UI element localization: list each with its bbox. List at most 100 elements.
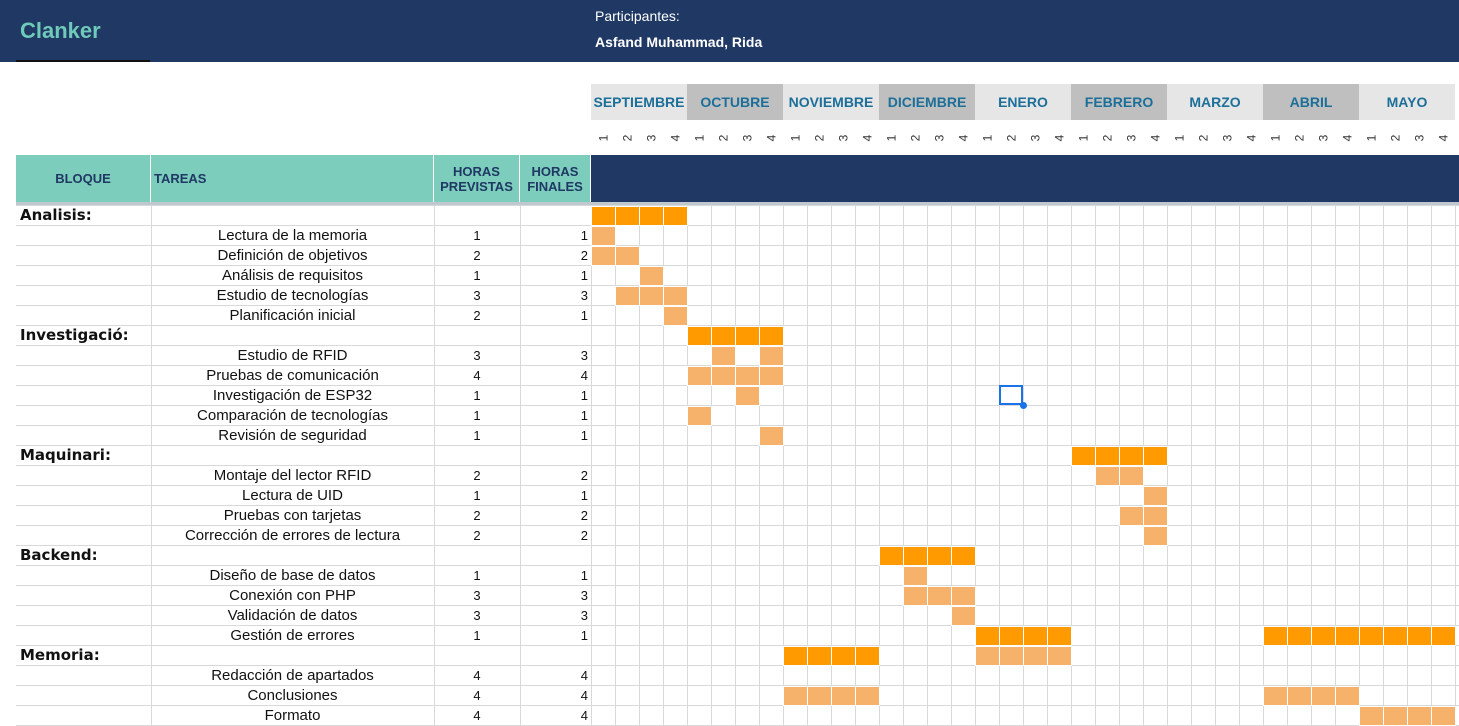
gantt-block-cell[interactable] — [663, 206, 688, 226]
gantt-task-cell[interactable] — [711, 366, 736, 386]
gantt-block-cell[interactable] — [1071, 446, 1096, 466]
hours-final[interactable]: 4 — [520, 665, 588, 685]
hours-planned[interactable]: 3 — [434, 585, 520, 605]
task-name[interactable]: Estudio de tecnologías — [151, 285, 434, 305]
hours-planned[interactable]: 3 — [434, 605, 520, 625]
col-header-bloque[interactable]: BLOQUE — [16, 155, 151, 202]
hours-final[interactable]: 1 — [520, 305, 588, 325]
gantt-block-cell[interactable] — [831, 646, 856, 666]
hours-planned[interactable]: 1 — [434, 565, 520, 585]
gantt-block-cell[interactable] — [1119, 446, 1144, 466]
gantt-task-cell[interactable] — [759, 366, 784, 386]
gantt-task-cell[interactable] — [663, 286, 688, 306]
gantt-task-cell[interactable] — [1095, 466, 1120, 486]
task-name[interactable]: Diseño de base de datos — [151, 565, 434, 585]
gantt-block-cell[interactable] — [999, 626, 1024, 646]
gantt-block-cell[interactable] — [735, 326, 760, 346]
gantt-block-cell[interactable] — [855, 646, 880, 666]
hours-final[interactable]: 1 — [520, 425, 588, 445]
gantt-block-cell[interactable] — [1143, 446, 1168, 466]
gantt-task-cell[interactable] — [759, 426, 784, 446]
gantt-task-cell[interactable] — [1263, 686, 1288, 706]
hours-planned[interactable]: 4 — [434, 365, 520, 385]
task-name[interactable]: Conclusiones — [151, 685, 434, 705]
gantt-task-cell[interactable] — [1143, 526, 1168, 546]
gantt-task-cell[interactable] — [1023, 646, 1048, 666]
gantt-task-cell[interactable] — [687, 406, 712, 426]
gantt-task-cell[interactable] — [735, 386, 760, 406]
hours-planned[interactable]: 3 — [434, 285, 520, 305]
task-name[interactable]: Comparación de tecnologías — [151, 405, 434, 425]
gantt-block-cell[interactable] — [1023, 626, 1048, 646]
gantt-block-cell[interactable] — [639, 206, 664, 226]
gantt-task-cell[interactable] — [1407, 706, 1432, 726]
gantt-task-cell[interactable] — [951, 606, 976, 626]
hours-planned[interactable]: 2 — [434, 505, 520, 525]
task-name[interactable]: Gestión de errores — [151, 625, 434, 645]
hours-final[interactable]: 1 — [520, 265, 588, 285]
task-name[interactable]: Pruebas de comunicación — [151, 365, 434, 385]
hours-planned[interactable]: 1 — [434, 405, 520, 425]
gantt-task-cell[interactable] — [1143, 486, 1168, 506]
hours-final[interactable]: 3 — [520, 605, 588, 625]
hours-planned[interactable]: 1 — [434, 265, 520, 285]
selected-cell[interactable] — [999, 385, 1023, 405]
gantt-task-cell[interactable] — [1359, 706, 1384, 726]
hours-planned[interactable]: 4 — [434, 665, 520, 685]
gantt-task-cell[interactable] — [639, 286, 664, 306]
gantt-block-cell[interactable] — [1335, 626, 1360, 646]
gantt-task-cell[interactable] — [927, 586, 952, 606]
gantt-block-cell[interactable] — [759, 326, 784, 346]
gantt-task-cell[interactable] — [999, 646, 1024, 666]
task-name[interactable]: Estudio de RFID — [151, 345, 434, 365]
gantt-task-cell[interactable] — [735, 366, 760, 386]
gantt-block-cell[interactable] — [1431, 626, 1456, 646]
col-header-horas-finales[interactable]: HORAS FINALES — [520, 155, 591, 202]
gantt-task-cell[interactable] — [639, 266, 664, 286]
hours-planned[interactable]: 3 — [434, 345, 520, 365]
hours-final[interactable]: 4 — [520, 685, 588, 705]
gantt-block-cell[interactable] — [1047, 626, 1072, 646]
block-title[interactable]: Maquinari: — [20, 445, 150, 465]
gantt-task-cell[interactable] — [1047, 646, 1072, 666]
gantt-block-cell[interactable] — [591, 206, 616, 226]
hours-planned[interactable]: 2 — [434, 305, 520, 325]
task-name[interactable]: Montaje del lector RFID — [151, 465, 434, 485]
hours-planned[interactable]: 2 — [434, 245, 520, 265]
gantt-task-cell[interactable] — [831, 686, 856, 706]
gantt-task-cell[interactable] — [711, 346, 736, 366]
task-name[interactable]: Revisión de seguridad — [151, 425, 434, 445]
hours-final[interactable]: 3 — [520, 585, 588, 605]
hours-final[interactable]: 1 — [520, 385, 588, 405]
task-name[interactable]: Corrección de errores de lectura — [151, 525, 434, 545]
gantt-block-cell[interactable] — [1287, 626, 1312, 646]
hours-final[interactable]: 2 — [520, 505, 588, 525]
block-title[interactable]: Backend: — [20, 545, 150, 565]
gantt-task-cell[interactable] — [591, 226, 616, 246]
hours-final[interactable]: 2 — [520, 245, 588, 265]
gantt-task-cell[interactable] — [1383, 706, 1408, 726]
hours-planned[interactable]: 2 — [434, 525, 520, 545]
gantt-task-cell[interactable] — [1143, 506, 1168, 526]
hours-planned[interactable]: 1 — [434, 225, 520, 245]
gantt-block-cell[interactable] — [1311, 626, 1336, 646]
gantt-task-cell[interactable] — [855, 686, 880, 706]
col-header-horas-previstas[interactable]: HORAS PREVISTAS — [434, 155, 520, 202]
hours-final[interactable]: 1 — [520, 625, 588, 645]
task-name[interactable]: Planificación inicial — [151, 305, 434, 325]
gantt-task-cell[interactable] — [1335, 686, 1360, 706]
gantt-task-cell[interactable] — [975, 646, 1000, 666]
task-name[interactable]: Definición de objetivos — [151, 245, 434, 265]
gantt-block-cell[interactable] — [927, 546, 952, 566]
gantt-task-cell[interactable] — [1119, 506, 1144, 526]
task-name[interactable]: Investigación de ESP32 — [151, 385, 434, 405]
gantt-task-cell[interactable] — [1311, 686, 1336, 706]
hours-final[interactable]: 4 — [520, 365, 588, 385]
gantt-task-cell[interactable] — [615, 286, 640, 306]
gantt-block-cell[interactable] — [711, 326, 736, 346]
hours-planned[interactable]: 1 — [434, 425, 520, 445]
gantt-task-cell[interactable] — [1119, 466, 1144, 486]
hours-final[interactable]: 1 — [520, 405, 588, 425]
gantt-task-cell[interactable] — [903, 586, 928, 606]
gantt-task-cell[interactable] — [903, 566, 928, 586]
